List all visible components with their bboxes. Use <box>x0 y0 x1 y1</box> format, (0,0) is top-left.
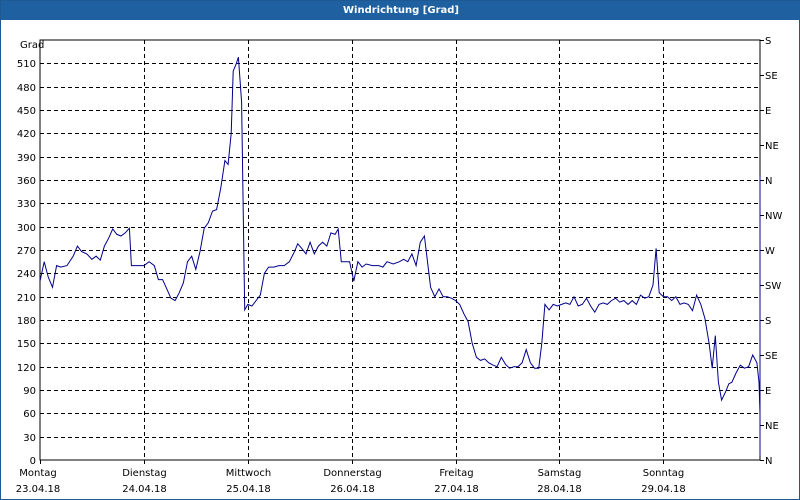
x-axis: Montag 23.04.18 Dienstag 24.04.18 Mittwoch 25… <box>16 460 686 495</box>
x-tick-date: 26.04.18 <box>330 484 375 495</box>
y-tick-label: 420 <box>17 129 36 140</box>
x-tick-day: Mittwoch <box>226 468 271 479</box>
y-tick-label: 390 <box>17 153 36 164</box>
y-axis-label: Grad <box>20 40 44 51</box>
y-tick-label: 210 <box>17 293 36 304</box>
y-tick-label: 360 <box>17 176 36 187</box>
right-tick-label: S <box>765 36 771 47</box>
y-tick-label: 120 <box>17 363 36 374</box>
x-tick-date: 27.04.18 <box>434 484 479 495</box>
x-tick-day: Montag <box>19 468 56 479</box>
grid-lines <box>40 40 760 460</box>
x-tick-day: Freitag <box>439 468 473 479</box>
right-tick-label: NW <box>765 211 782 222</box>
right-tick-label: W <box>765 246 775 257</box>
y-tick-label: 300 <box>17 223 36 234</box>
right-tick-label: NE <box>765 421 779 432</box>
left-axis: 0 30 60 90 120 150 180 210 240 270 300 330 360 390 420… <box>17 59 36 467</box>
series-line <box>39 56 761 457</box>
y-tick-label: 270 <box>17 246 36 257</box>
right-tick-label: SE <box>765 351 778 362</box>
right-tick-label: SE <box>765 71 778 82</box>
x-tick-date: 29.04.18 <box>641 484 686 495</box>
right-tick-label: N <box>765 456 772 467</box>
y-tick-label: 240 <box>17 269 36 280</box>
y-tick-label: 480 <box>17 83 36 94</box>
y-tick-label: 150 <box>17 339 36 350</box>
right-tick-label: E <box>765 106 771 117</box>
y-tick-label: 30 <box>23 433 36 444</box>
y-tick-label: 330 <box>17 199 36 210</box>
right-tick-label: SW <box>765 281 781 292</box>
right-axis: N NE E SE S SW W NW N NE E SE S <box>760 36 782 467</box>
wind-direction-chart: 0 30 60 90 120 150 180 210 240 270 300 330 360 390 420… <box>16 36 783 495</box>
x-tick-date: 25.04.18 <box>226 484 271 495</box>
x-tick-date: 23.04.18 <box>16 484 61 495</box>
right-tick-label: S <box>765 316 771 327</box>
right-tick-label: NE <box>765 141 779 152</box>
x-tick-day: Sonntag <box>643 468 685 479</box>
right-tick-label: E <box>765 386 771 397</box>
y-tick-label: 60 <box>23 409 36 420</box>
x-tick-day: Donnerstag <box>323 468 381 479</box>
y-tick-label: 180 <box>17 316 36 327</box>
y-tick-label: 450 <box>17 106 36 117</box>
x-tick-date: 24.04.18 <box>122 484 167 495</box>
right-tick-label: N <box>765 176 772 187</box>
x-tick-day: Dienstag <box>122 468 167 479</box>
x-tick-day: Samstag <box>538 468 582 479</box>
y-tick-label: 90 <box>23 386 36 397</box>
x-tick-date: 28.04.18 <box>537 484 582 495</box>
y-tick-label: 510 <box>17 59 36 70</box>
y-tick-label: 0 <box>30 456 36 467</box>
